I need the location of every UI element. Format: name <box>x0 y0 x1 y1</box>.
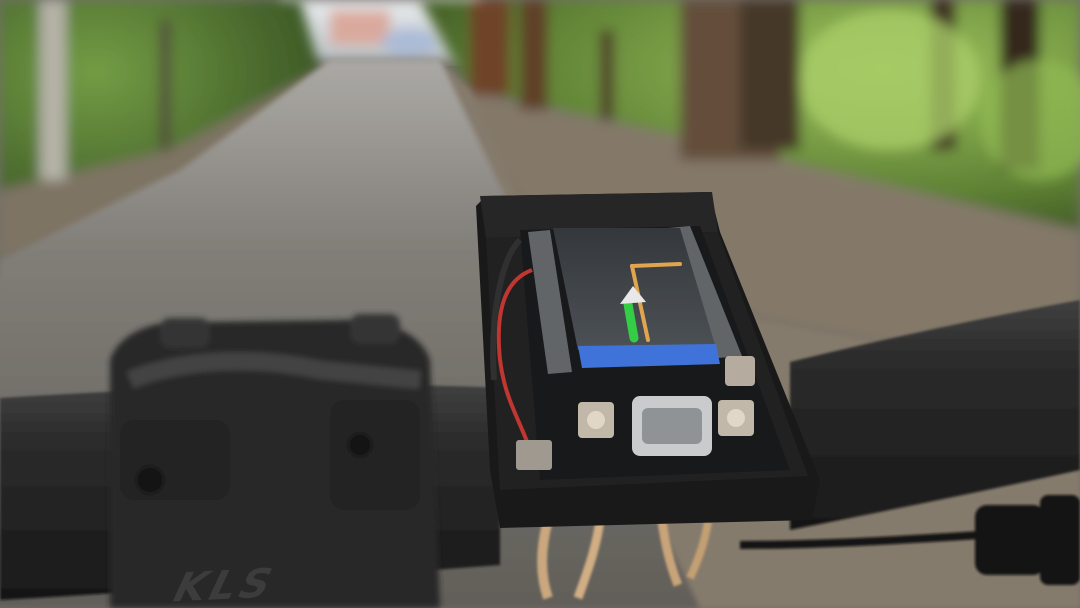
photo-scene: KLS <box>0 0 1080 608</box>
stem-brand-logo: KLS <box>168 560 281 608</box>
scene-illustration <box>0 0 1080 608</box>
